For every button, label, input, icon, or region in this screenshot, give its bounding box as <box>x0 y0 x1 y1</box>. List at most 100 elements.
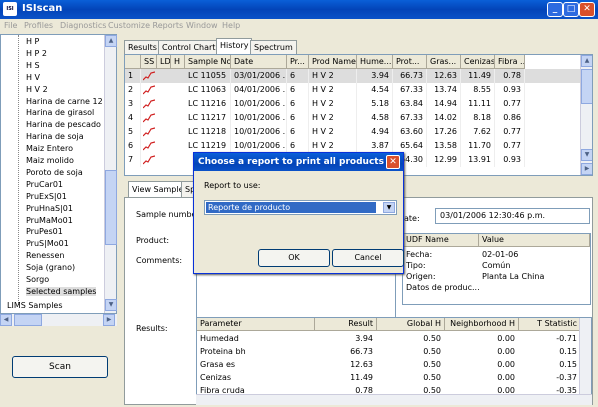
table-cell: 13.91 <box>461 153 495 167</box>
tree-item[interactable]: Maiz Entero <box>26 144 73 153</box>
grid-vertical-scrollbar[interactable]: ▲ ▼ ▶ <box>580 55 592 175</box>
results-grid[interactable]: Parameter Result Global H Neighborhood H… <box>196 317 592 405</box>
grid-column-header[interactable]: H <box>171 55 185 69</box>
tree-item[interactable]: H V <box>26 73 40 82</box>
tree-item[interactable]: Maiz molido <box>26 156 74 165</box>
results-header-parameter: Parameter <box>197 318 315 331</box>
scroll-thumb[interactable] <box>105 170 117 245</box>
table-cell: 10/01/2006 ... <box>231 139 287 153</box>
report-select[interactable]: Reporte de producto ▼ <box>204 200 397 215</box>
grid-column-header[interactable]: Gras... <box>427 55 461 69</box>
tree-item[interactable]: H S <box>26 61 40 70</box>
tree-item[interactable]: Sorgo <box>26 275 49 284</box>
results-cell: Humedad <box>200 334 239 343</box>
close-button[interactable]: ✕ <box>579 2 595 17</box>
tree-item[interactable]: PruCar01 <box>26 180 63 189</box>
tree-item[interactable]: Renessen <box>26 251 64 260</box>
tab-spectrum[interactable]: Spectrum <box>250 40 297 54</box>
grid-column-header[interactable]: Cenizas <box>461 55 495 69</box>
table-row[interactable]: 3 LC 11216 10/01/2006 ... 6 H V 2 5.18 63.84 14… <box>125 97 592 111</box>
scroll-right-icon[interactable]: ▶ <box>103 314 115 326</box>
results-cell: 3.94 <box>355 334 373 343</box>
table-cell: 14.94 <box>427 97 461 111</box>
table-cell: 13.58 <box>427 139 461 153</box>
table-row[interactable]: 5 LC 11218 10/01/2006 ... 6 H V 2 4.94 63.60 17… <box>125 125 592 139</box>
results-cell: 0.50 <box>423 360 441 369</box>
minimize-button[interactable]: _ <box>547 2 563 17</box>
tree-item[interactable]: Selected samples <box>26 286 97 296</box>
grid-column-header[interactable] <box>125 55 141 69</box>
tree-item[interactable]: Harina de pescado <box>26 120 101 129</box>
table-row[interactable]: 1 LC 11055 03/01/2006 ... 6 H V 2 3.94 66.73 12… <box>125 69 592 83</box>
chevron-down-icon[interactable]: ▼ <box>383 202 395 213</box>
tab-history[interactable]: History <box>216 38 253 54</box>
menu-file[interactable]: File <box>4 21 17 30</box>
grid-column-header[interactable]: LD <box>157 55 171 69</box>
table-row[interactable]: 6 LC 11219 10/01/2006 ... 6 H V 2 3.87 65.64 13… <box>125 139 592 153</box>
results-vertical-scrollbar[interactable] <box>579 318 591 404</box>
tab-results[interactable]: Results <box>124 40 161 54</box>
menu-customize-reports[interactable]: Customize Reports <box>108 21 183 30</box>
tab-view-sample[interactable]: View Sample <box>128 181 188 198</box>
scroll-down-icon[interactable]: ▼ <box>105 299 117 311</box>
cancel-button[interactable]: Cancel <box>332 249 404 267</box>
maximize-button[interactable]: □ <box>563 2 579 17</box>
tree-item[interactable]: Harina de soja <box>26 132 84 141</box>
tree-item-lims-samples[interactable]: LIMS Samples <box>7 301 63 310</box>
tree-item[interactable]: PruS|Mo01 <box>26 239 69 248</box>
tab-control-charts[interactable]: Control Charts <box>158 40 224 54</box>
grid-column-header[interactable]: Sample No <box>185 55 231 69</box>
table-cell: 66.73 <box>393 69 427 83</box>
grid-scroll-down-icon[interactable]: ▼ <box>581 149 592 161</box>
scroll-up-icon[interactable]: ▲ <box>105 35 117 47</box>
tree-item[interactable]: PruMaMo01 <box>26 216 73 225</box>
grid-column-header[interactable]: Hume... <box>357 55 393 69</box>
grid-column-header[interactable]: SS <box>141 55 157 69</box>
grid-column-header[interactable]: Date <box>231 55 287 69</box>
table-row[interactable]: 2 LC 11063 04/01/2006 ... 6 H V 2 4.54 67.33 13… <box>125 83 592 97</box>
udf-header-value: Value <box>479 234 590 247</box>
grid-column-header[interactable]: Fibra ... <box>495 55 525 69</box>
product-tree[interactable]: H P H P 2 H S H V H V 2 Harina de carne 12 Har… <box>0 34 117 314</box>
table-cell: 0.78 <box>495 69 525 83</box>
ok-button[interactable]: OK <box>258 249 330 267</box>
table-cell: 13.74 <box>427 83 461 97</box>
grid-column-header[interactable]: Pr... <box>287 55 309 69</box>
table-cell: H V 2 <box>309 97 357 111</box>
menu-help[interactable]: Help <box>222 21 240 30</box>
scan-button[interactable]: Scan <box>12 356 108 378</box>
date-field[interactable]: 03/01/2006 12:30:46 p.m. <box>435 208 590 224</box>
menu-diagnostics[interactable]: Diagnostics <box>60 21 106 30</box>
tree-horizontal-scrollbar[interactable]: ◀ ▶ <box>0 314 117 326</box>
grid-column-header[interactable]: Prot... <box>393 55 427 69</box>
grid-scroll-right-icon[interactable]: ▶ <box>581 163 592 175</box>
table-row[interactable]: 4 LC 11217 10/01/2006 ... 6 H V 2 4.58 67.33 14… <box>125 111 592 125</box>
hscroll-thumb[interactable] <box>14 314 42 326</box>
tree-item[interactable]: H V 2 <box>26 85 48 94</box>
grid-scroll-thumb[interactable] <box>581 69 592 104</box>
tree-item[interactable]: PruPes01 <box>26 227 63 236</box>
tree-item[interactable]: H P 2 <box>26 49 47 58</box>
tree-item[interactable]: H P <box>26 37 39 46</box>
tree-item[interactable]: Poroto de soja <box>26 168 83 177</box>
menu-profiles[interactable]: Profiles <box>24 21 53 30</box>
dialog-close-icon[interactable]: ✕ <box>386 155 400 169</box>
results-horizontal-scrollbar[interactable] <box>196 394 592 405</box>
results-cell: Proteina bh <box>200 347 246 356</box>
table-cell: H V 2 <box>309 111 357 125</box>
report-dialog: Choose a report to print all products ✕ … <box>193 152 404 274</box>
table-cell: 10/01/2006 ... <box>231 111 287 125</box>
scroll-left-icon[interactable]: ◀ <box>0 314 12 326</box>
tree-item[interactable]: Soja (grano) <box>26 263 75 272</box>
grid-column-header[interactable]: Prod Name <box>309 55 357 69</box>
grid-scroll-up-icon[interactable]: ▲ <box>581 55 592 67</box>
results-header-global-h: Global H <box>377 318 445 331</box>
tree-item[interactable]: Harina de carne 12 <box>26 97 103 106</box>
udf-grid[interactable]: UDF Name Value Fecha: 02-01-06 Tipo: Común O… <box>402 233 591 305</box>
tree-item[interactable]: PruExS|01 <box>26 192 67 201</box>
tree-item[interactable]: PruHnaS|01 <box>26 204 73 213</box>
tree-vertical-scrollbar[interactable]: ▲ ▼ <box>104 35 117 313</box>
title-bar: ISI ISIscan _ □ ✕ <box>0 0 598 19</box>
tree-item[interactable]: Harina de girasol <box>26 108 94 117</box>
menu-window[interactable]: Window <box>186 21 218 30</box>
